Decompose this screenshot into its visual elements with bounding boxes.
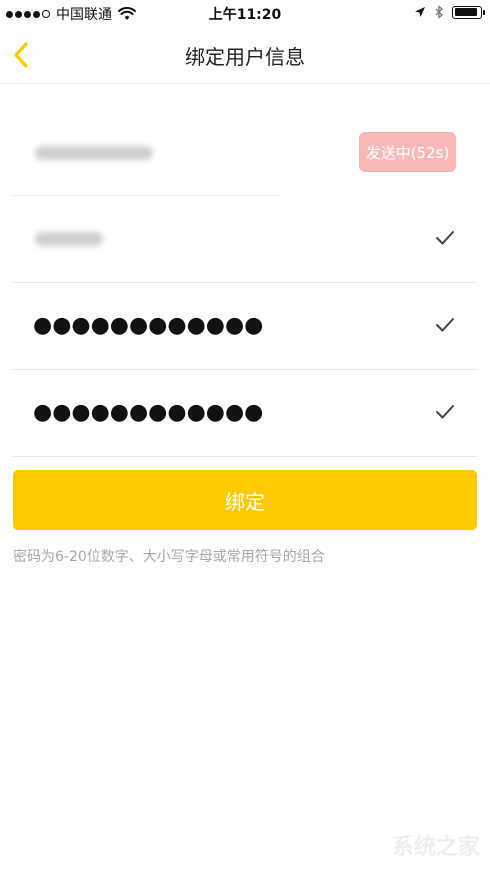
bind-form: 发送中(52s) ●●●●●●●●●●●● ●●●●●●●●●●●● bbox=[13, 110, 477, 457]
confirm-password-input[interactable]: ●●●●●●●●●●●● bbox=[33, 400, 263, 425]
password-row: ●●●●●●●●●●●● bbox=[13, 283, 477, 370]
send-code-button[interactable]: 发送中(52s) bbox=[359, 132, 456, 172]
check-icon bbox=[436, 231, 454, 245]
bluetooth-icon bbox=[435, 5, 443, 19]
password-input[interactable]: ●●●●●●●●●●●● bbox=[33, 313, 263, 338]
verification-code-row bbox=[13, 196, 477, 283]
status-bar: 中国联通 上午11:20 bbox=[0, 0, 490, 28]
status-right bbox=[414, 5, 485, 19]
bind-button[interactable]: 绑定 bbox=[13, 470, 477, 530]
check-icon bbox=[436, 318, 454, 332]
watermark-logo: 系统之家 bbox=[391, 835, 480, 860]
location-arrow-icon bbox=[415, 7, 425, 17]
nav-bar: 绑定用户信息 bbox=[0, 28, 490, 84]
confirm-password-row: ●●●●●●●●●●●● bbox=[13, 370, 477, 457]
battery-icon bbox=[452, 5, 485, 19]
page-title: 绑定用户信息 bbox=[185, 45, 305, 69]
check-icon bbox=[436, 405, 454, 419]
battery-level bbox=[454, 8, 477, 16]
phone-row: 发送中(52s) bbox=[13, 110, 477, 196]
password-hint: 密码为6-20位数字、大小写字母或常用符号的组合 bbox=[13, 549, 325, 565]
bind-user-info-screen: 中国联通 上午11:20 绑定用户信息 发送中(52s) ●●●●●●●●●●●… bbox=[0, 0, 490, 871]
phone-input[interactable] bbox=[35, 146, 153, 160]
verification-code-input[interactable] bbox=[35, 232, 103, 246]
